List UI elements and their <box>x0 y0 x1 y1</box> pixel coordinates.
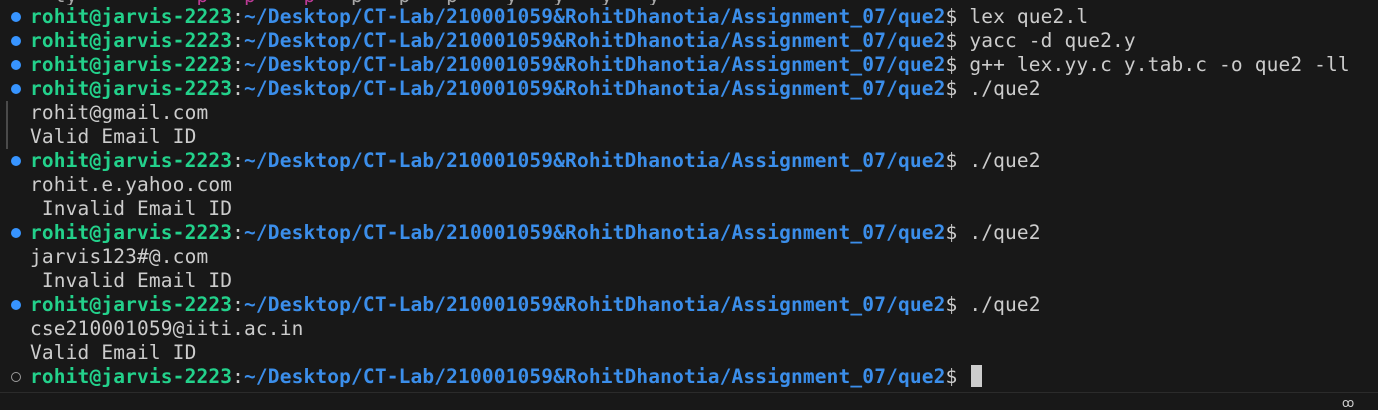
output-text: rohit.e.yahoo.com <box>30 173 233 196</box>
command-text: ./que2 <box>969 221 1041 244</box>
output-text: Invalid Email ID <box>30 269 233 292</box>
prompt-line: rohit@jarvis-2223:~/Desktop/CT-Lab/21000… <box>0 29 1378 53</box>
circle-filled-icon[interactable] <box>11 36 21 46</box>
output-line: cse210001059@iiti.ac.in <box>0 317 1378 341</box>
command-text: ./que2 <box>969 293 1041 316</box>
prompt-path: ~/Desktop/CT-Lab/210001059&RohitDhanotia… <box>244 53 946 76</box>
circle-outline-icon[interactable] <box>11 372 21 382</box>
prompt-dollar: $ <box>945 221 958 244</box>
prompt-separator: : <box>232 77 245 100</box>
prompt-line: rohit@jarvis-2223:~/Desktop/CT-Lab/21000… <box>0 5 1378 29</box>
output-line: rohit@gmail.com <box>0 101 1378 125</box>
prompt-line: rohit@jarvis-2223:~/Desktop/CT-Lab/21000… <box>0 53 1378 77</box>
output-text: Invalid Email ID <box>30 197 233 220</box>
output-line: Invalid Email ID <box>0 197 1378 221</box>
prompt-line: rohit@jarvis-2223:~/Desktop/CT-Lab/21000… <box>0 365 1378 389</box>
output-line: rohit.e.yahoo.com <box>0 173 1378 197</box>
copilot-icon[interactable]: ꝏ <box>1342 397 1360 409</box>
circle-filled-icon[interactable] <box>11 156 21 166</box>
output-text: Valid Email ID <box>30 341 197 364</box>
prompt-user-host: rohit@jarvis-2223 <box>30 293 233 316</box>
output-text: jarvis123#@.com <box>30 245 209 268</box>
command-group-bar <box>6 101 8 125</box>
prompt-dollar: $ <box>945 5 958 28</box>
prompt-dollar: $ <box>945 293 958 316</box>
prompt-dollar: $ <box>945 77 958 100</box>
output-line: jarvis123#@.com <box>0 245 1378 269</box>
text-cursor[interactable] <box>971 365 983 387</box>
prompt-dollar: $ <box>945 365 958 388</box>
prompt-path: ~/Desktop/CT-Lab/210001059&RohitDhanotia… <box>244 5 946 28</box>
prompt-user-host: rohit@jarvis-2223 <box>30 77 233 100</box>
prompt-line: rohit@jarvis-2223:~/Desktop/CT-Lab/21000… <box>0 77 1378 101</box>
command-text: g++ lex.yy.c y.tab.c -o que2 -ll <box>969 53 1350 76</box>
terminal-panel[interactable]: ly p p p p p p y y y y rohit@jarvis-2223… <box>0 0 1378 392</box>
prompt-line: rohit@jarvis-2223:~/Desktop/CT-Lab/21000… <box>0 149 1378 173</box>
prompt-dollar: $ <box>945 149 958 172</box>
circle-filled-icon[interactable] <box>11 12 21 22</box>
prompt-separator: : <box>232 149 245 172</box>
terminal-output: rohit@jarvis-2223:~/Desktop/CT-Lab/21000… <box>0 5 1378 389</box>
command-text: lex que2.l <box>969 5 1089 28</box>
prompt-dollar: $ <box>945 29 958 52</box>
output-line: Valid Email ID <box>0 125 1378 149</box>
circle-filled-icon[interactable] <box>11 228 21 238</box>
prompt-path: ~/Desktop/CT-Lab/210001059&RohitDhanotia… <box>244 365 946 388</box>
command-group-bar <box>6 125 8 149</box>
panel-bottom-bar: ꝏ <box>0 392 1378 409</box>
circle-filled-icon[interactable] <box>11 60 21 70</box>
prompt-user-host: rohit@jarvis-2223 <box>30 149 233 172</box>
prompt-path: ~/Desktop/CT-Lab/210001059&RohitDhanotia… <box>244 29 946 52</box>
prompt-separator: : <box>232 5 245 28</box>
prompt-path: ~/Desktop/CT-Lab/210001059&RohitDhanotia… <box>244 77 946 100</box>
circle-filled-icon[interactable] <box>11 84 21 94</box>
prompt-separator: : <box>232 365 245 388</box>
output-text: cse210001059@iiti.ac.in <box>30 317 304 340</box>
prompt-path: ~/Desktop/CT-Lab/210001059&RohitDhanotia… <box>244 293 946 316</box>
prompt-separator: : <box>232 53 245 76</box>
prompt-user-host: rohit@jarvis-2223 <box>30 53 233 76</box>
prompt-path: ~/Desktop/CT-Lab/210001059&RohitDhanotia… <box>244 221 946 244</box>
output-text: Valid Email ID <box>30 125 197 148</box>
command-text: ./que2 <box>969 77 1041 100</box>
prompt-user-host: rohit@jarvis-2223 <box>30 5 233 28</box>
prompt-user-host: rohit@jarvis-2223 <box>30 29 233 52</box>
output-line: Valid Email ID <box>0 341 1378 365</box>
command-text: ./que2 <box>969 149 1041 172</box>
prompt-line: rohit@jarvis-2223:~/Desktop/CT-Lab/21000… <box>0 293 1378 317</box>
prompt-dollar: $ <box>945 53 958 76</box>
output-line: Invalid Email ID <box>0 269 1378 293</box>
output-text: rohit@gmail.com <box>30 101 209 124</box>
prompt-user-host: rohit@jarvis-2223 <box>30 221 233 244</box>
prompt-separator: : <box>232 293 245 316</box>
prompt-line: rohit@jarvis-2223:~/Desktop/CT-Lab/21000… <box>0 221 1378 245</box>
prompt-separator: : <box>232 29 245 52</box>
prompt-separator: : <box>232 221 245 244</box>
prompt-path: ~/Desktop/CT-Lab/210001059&RohitDhanotia… <box>244 149 946 172</box>
command-text: yacc -d que2.y <box>969 29 1136 52</box>
prompt-user-host: rohit@jarvis-2223 <box>30 365 233 388</box>
circle-filled-icon[interactable] <box>11 300 21 310</box>
